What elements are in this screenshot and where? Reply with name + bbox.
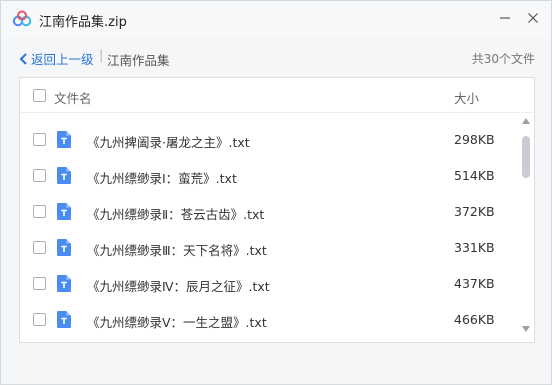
scrollbar-thumb[interactable] (522, 136, 530, 178)
file-name: 《九州缥缈录Ⅳ：辰月之征》.txt (87, 279, 270, 294)
vertical-scrollbar[interactable] (519, 114, 533, 342)
row-checkbox[interactable] (33, 277, 46, 290)
file-size: 437KB (454, 276, 495, 291)
window-title: 江南作品集.zip (39, 15, 127, 30)
file-name: 《九州缥缈录Ⅰ：蛮荒》.txt (87, 171, 237, 186)
breadcrumb-current: 江南作品集 (107, 53, 170, 68)
back-button[interactable]: 返回上一级 (19, 49, 94, 68)
navigation-bar: 返回上一级 | 江南作品集 共30个文件 (19, 45, 535, 69)
row-checkbox[interactable] (33, 313, 46, 326)
file-row[interactable]: 《九州捭阖录·屠龙之主》.txt 298KB (20, 121, 518, 157)
txt-file-icon (57, 239, 71, 256)
title-bar: 江南作品集.zip (1, 1, 551, 37)
row-checkbox[interactable] (33, 241, 46, 254)
txt-file-icon (57, 275, 71, 292)
txt-file-icon (57, 167, 71, 184)
file-name: 《九州捭阖录·屠龙之主》.txt (87, 135, 250, 150)
file-row[interactable]: 《九州缥缈录Ⅴ：一生之盟》.txt 466KB (20, 301, 518, 337)
breadcrumb-separator: | (99, 48, 104, 63)
close-icon (528, 13, 538, 23)
file-row[interactable]: 《九州缥缈录Ⅳ：辰月之征》.txt 437KB (20, 265, 518, 301)
file-list-panel: 文件名 大小 《九州捭阖录·屠龙之主》.txt 298KB 《九州缥缈录Ⅰ：蛮荒… (19, 77, 535, 343)
row-checkbox[interactable] (33, 133, 46, 146)
file-size: 298KB (454, 132, 495, 147)
column-header-name: 文件名 (54, 91, 92, 106)
file-size: 514KB (454, 168, 495, 183)
back-label: 返回上一级 (31, 52, 94, 67)
minimize-button[interactable] (494, 7, 516, 29)
minimize-icon (500, 17, 510, 19)
file-row[interactable]: 《九州缥缈录Ⅱ：苍云古齿》.txt 372KB (20, 193, 518, 229)
row-checkbox[interactable] (33, 205, 46, 218)
archive-preview-window: 江南作品集.zip 返回上一级 | 江南作品集 共30个文件 文件名 大小 《九… (0, 0, 552, 385)
chevron-left-icon (19, 52, 27, 65)
file-row[interactable]: 《九州缥缈录Ⅲ：天下名将》.txt 331KB (20, 229, 518, 265)
file-size: 331KB (454, 240, 495, 255)
file-count: 共30个文件 (471, 52, 535, 66)
select-all-checkbox[interactable] (33, 89, 46, 102)
txt-file-icon (57, 203, 71, 220)
txt-file-icon (57, 131, 71, 148)
file-size: 466KB (454, 312, 495, 327)
file-name: 《九州缥缈录Ⅲ：天下名将》.txt (87, 243, 267, 258)
file-size: 372KB (454, 204, 495, 219)
column-header-size: 大小 (454, 91, 480, 106)
list-header: 文件名 大小 (20, 78, 534, 113)
file-name: 《九州缥缈录Ⅱ：苍云古齿》.txt (87, 207, 265, 222)
scroll-down-arrow-icon[interactable] (522, 326, 530, 332)
file-row[interactable]: 《九州缥缈录Ⅰ：蛮荒》.txt 514KB (20, 157, 518, 193)
file-name: 《九州缥缈录Ⅴ：一生之盟》.txt (87, 315, 267, 330)
scroll-up-arrow-icon[interactable] (522, 118, 530, 124)
close-button[interactable] (522, 7, 544, 29)
row-checkbox[interactable] (33, 169, 46, 182)
baidu-netdisk-logo-icon (12, 10, 32, 27)
txt-file-icon (57, 311, 71, 328)
